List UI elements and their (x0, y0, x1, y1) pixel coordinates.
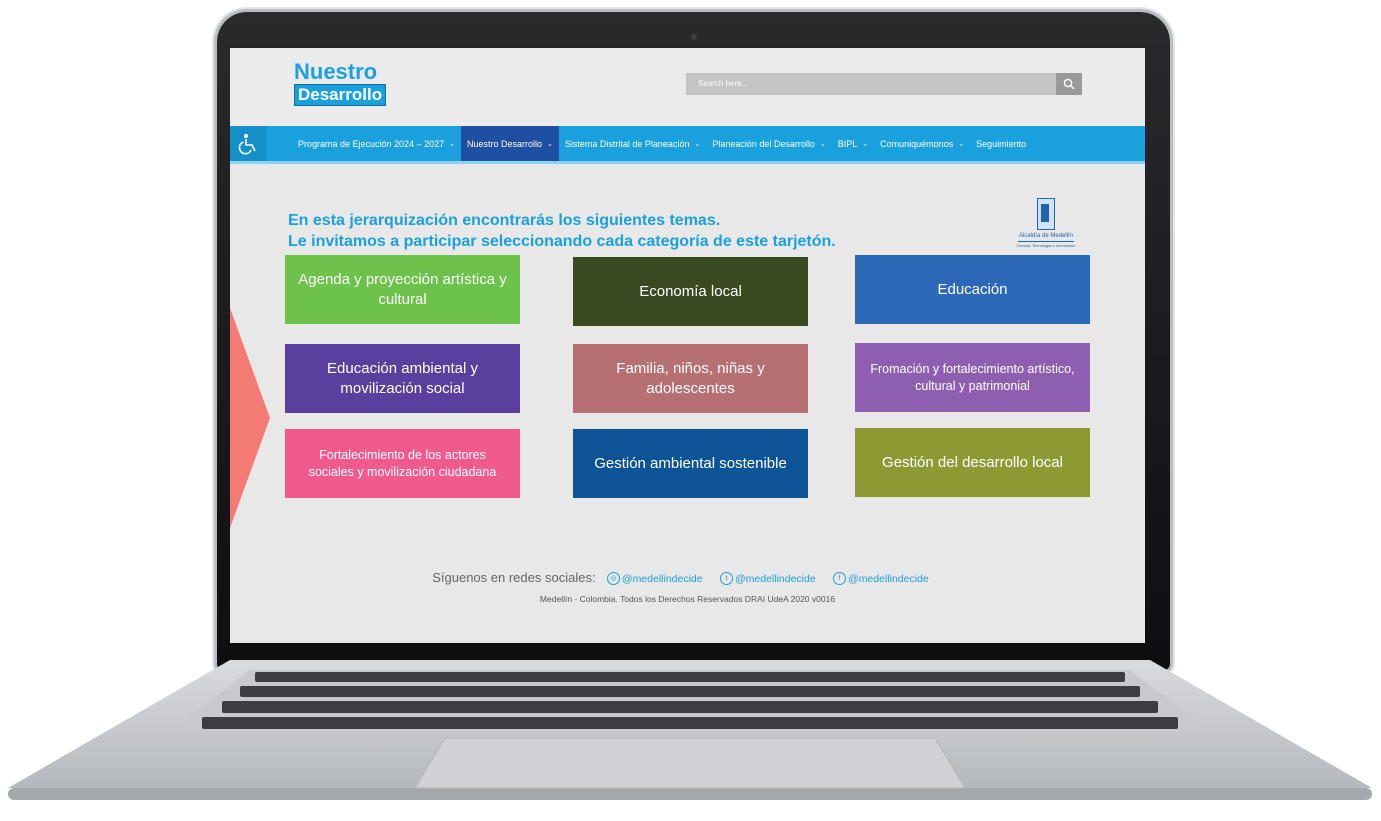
instagram-icon: ◎ (606, 572, 620, 586)
laptop-lid: Nuestro Desarrollo Search here... Progra… (217, 12, 1170, 670)
nav-item-label: Programa de Ejecución 2024 – 2027 (298, 138, 445, 149)
site-logo[interactable]: Nuestro Desarrollo (294, 59, 387, 106)
category-card[interactable]: Educación (855, 255, 1090, 324)
follow-label: Síguenos en redes sociales: (432, 570, 596, 585)
copyright: Medellín - Colombia. Todos los Derechos … (539, 594, 836, 604)
nav-item-1[interactable]: Nuestro Desarrollo ⌄ (460, 126, 559, 161)
nav-item-label: Planeación del Desarrollo (712, 138, 815, 149)
nav-item-3[interactable]: Planeación del Desarrollo ⌄ (706, 126, 831, 161)
chevron-down-icon: ⌄ (694, 140, 701, 148)
intro-text: En esta jerarquización encontrarás los s… (288, 210, 836, 252)
chevron-down-icon: ⌄ (547, 140, 553, 148)
category-card[interactable]: Gestión ambiental sostenible (573, 429, 808, 498)
category-card[interactable]: Fromación y fortalecimiento artístico, c… (855, 343, 1090, 412)
alcaldia-building-icon (1037, 198, 1055, 230)
laptop-base (0, 660, 1381, 810)
search-input[interactable]: Search here... (686, 73, 1056, 95)
nav-item-label: Sistema Distrital de Planeación (564, 138, 690, 149)
logo-bottom: Desarrollo (294, 84, 387, 106)
chevron-down-icon: ⌄ (862, 140, 869, 148)
accessibility-icon (238, 134, 256, 155)
category-card[interactable]: Agenda y proyección artística y cultural (285, 255, 520, 324)
nav-item-4[interactable]: BIPL ⌄ (832, 126, 874, 161)
category-card[interactable]: Economía local (573, 257, 808, 326)
nav-item-2[interactable]: Sistema Distrital de Planeación ⌄ (559, 126, 706, 161)
nav-item-6[interactable]: Seguimiento (970, 126, 1032, 161)
logo-top: Nuestro (294, 59, 378, 84)
alcaldia-logo: Alcaldía de Medellín Ciencia, Tecnología… (1016, 198, 1076, 254)
category-card[interactable]: Gestión del desarrollo local (855, 428, 1090, 497)
nav-item-5[interactable]: Comuniquémonos ⌄ (874, 126, 970, 161)
social-links: Síguenos en redes sociales: ◎ @medellinde… (230, 570, 1145, 586)
alcaldia-name: Alcaldía de Medellín (1018, 233, 1074, 239)
intro-line-2: Le invitamos a participar seleccionando … (288, 233, 836, 250)
nav-item-label: Seguimiento (976, 138, 1027, 149)
alcaldia-divider (1018, 241, 1074, 242)
chevron-down-icon: ⌄ (958, 140, 965, 148)
site-header: Nuestro Desarrollo Search here... (230, 48, 1145, 126)
camera (691, 34, 697, 40)
keyboard-deck (8, 660, 1372, 800)
nav-item-0[interactable]: Programa de Ejecución 2024 – 2027 ⌄ (292, 126, 461, 161)
screen: Nuestro Desarrollo Search here... Progra… (230, 48, 1145, 643)
search-icon (1063, 78, 1075, 90)
nav-item-label: Comuniquémonos (880, 138, 954, 149)
accessibility-button[interactable] (230, 126, 266, 161)
category-card[interactable]: Fortalecimiento de los actores sociales … (285, 429, 520, 498)
category-card[interactable]: Familia, niños, niñas y adolescentes (573, 344, 808, 413)
chevron-down-icon: ⌄ (449, 140, 455, 148)
instagram-link[interactable]: @medellindecide (622, 573, 703, 585)
facebook-link[interactable]: @medellindecide (848, 573, 929, 585)
search-button[interactable] (1056, 73, 1082, 95)
twitter-icon: t (719, 572, 733, 586)
arrow-decoration (230, 308, 270, 528)
facebook-icon: f (833, 572, 847, 586)
main-nav: Programa de Ejecución 2024 – 2027 ⌄ Nuestr… (230, 126, 1145, 164)
twitter-link[interactable]: @medellindecide (735, 573, 816, 585)
nav-item-label: BIPL (837, 138, 858, 149)
intro-line-1: En esta jerarquización encontrarás los s… (288, 212, 721, 229)
chevron-down-icon: ⌄ (819, 140, 826, 148)
nav-item-label: Nuestro Desarrollo (466, 138, 543, 149)
alcaldia-subtitle: Ciencia, Tecnología e Innovación (1016, 243, 1076, 248)
nav-items: Programa de Ejecución 2024 – 2027 ⌄ Nuestr… (292, 126, 1032, 161)
category-card[interactable]: Educación ambiental y movilización socia… (285, 344, 520, 413)
